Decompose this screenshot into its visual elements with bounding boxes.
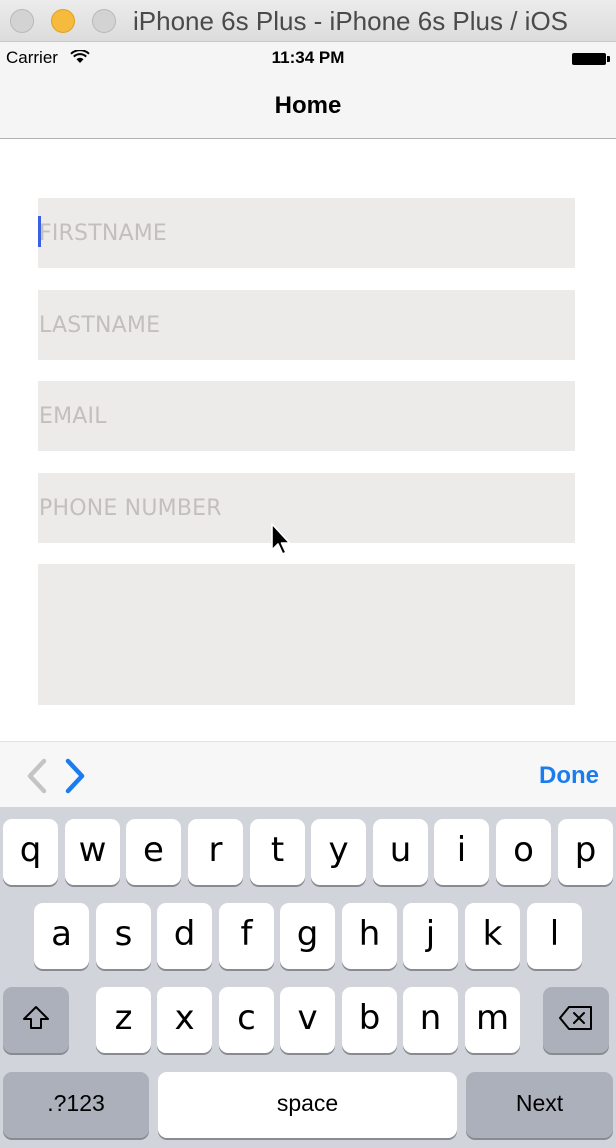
key-u[interactable]: u <box>373 819 428 885</box>
numbers-key[interactable]: .?123 <box>3 1072 149 1138</box>
key-q[interactable]: q <box>3 819 58 885</box>
next-field-chevron-icon[interactable] <box>60 758 88 794</box>
lastname-field[interactable] <box>38 290 575 360</box>
key-d[interactable]: d <box>157 903 212 969</box>
page-title: Home <box>274 92 342 119</box>
key-v[interactable]: v <box>280 987 335 1053</box>
key-r[interactable]: r <box>188 819 243 885</box>
key-i[interactable]: i <box>434 819 489 885</box>
window-close-button[interactable] <box>10 9 34 33</box>
next-key[interactable]: Next <box>466 1072 613 1138</box>
backspace-icon <box>559 1006 592 1030</box>
key-f[interactable]: f <box>219 903 274 969</box>
key-a[interactable]: a <box>34 903 89 969</box>
status-bar: Carrier 11:34 PM <box>0 42 616 72</box>
firstname-field[interactable] <box>38 198 575 268</box>
key-w[interactable]: w <box>65 819 120 885</box>
mouse-pointer-icon <box>271 523 291 555</box>
key-s[interactable]: s <box>96 903 151 969</box>
navigation-bar: Home <box>0 72 616 139</box>
simulator-title-bar: iPhone 6s Plus - iPhone 6s Plus / iOS <box>0 0 616 42</box>
key-c[interactable]: c <box>219 987 274 1053</box>
email-field[interactable] <box>38 381 575 451</box>
window-minimize-button[interactable] <box>51 9 75 33</box>
battery-icon <box>572 53 610 65</box>
window-title: iPhone 6s Plus - iPhone 6s Plus / iOS <box>133 6 569 36</box>
space-key[interactable]: space <box>158 1072 457 1138</box>
key-n[interactable]: n <box>403 987 458 1053</box>
message-textarea[interactable] <box>38 564 575 705</box>
text-caret <box>38 216 41 247</box>
delete-key[interactable] <box>543 987 609 1053</box>
shift-icon <box>23 1006 49 1029</box>
status-time: 11:34 PM <box>271 48 345 67</box>
key-e[interactable]: e <box>126 819 181 885</box>
done-button[interactable]: Done <box>539 762 599 790</box>
key-p[interactable]: p <box>558 819 613 885</box>
key-k[interactable]: k <box>465 903 520 969</box>
key-z[interactable]: z <box>96 987 151 1053</box>
key-g[interactable]: g <box>280 903 335 969</box>
window-zoom-button[interactable] <box>92 9 116 33</box>
keyboard: q w e r t y u i o p a s d f g h j k l z … <box>0 807 616 1148</box>
shift-key[interactable] <box>3 987 69 1053</box>
key-x[interactable]: x <box>157 987 212 1053</box>
key-h[interactable]: h <box>342 903 397 969</box>
key-j[interactable]: j <box>403 903 458 969</box>
key-t[interactable]: t <box>250 819 305 885</box>
key-l[interactable]: l <box>527 903 582 969</box>
key-y[interactable]: y <box>311 819 366 885</box>
key-o[interactable]: o <box>496 819 551 885</box>
key-m[interactable]: m <box>465 987 520 1053</box>
previous-field-chevron-icon[interactable] <box>24 758 52 794</box>
phone-number-field[interactable] <box>38 473 575 543</box>
key-b[interactable]: b <box>342 987 397 1053</box>
keyboard-accessory-bar: Done <box>0 741 616 807</box>
